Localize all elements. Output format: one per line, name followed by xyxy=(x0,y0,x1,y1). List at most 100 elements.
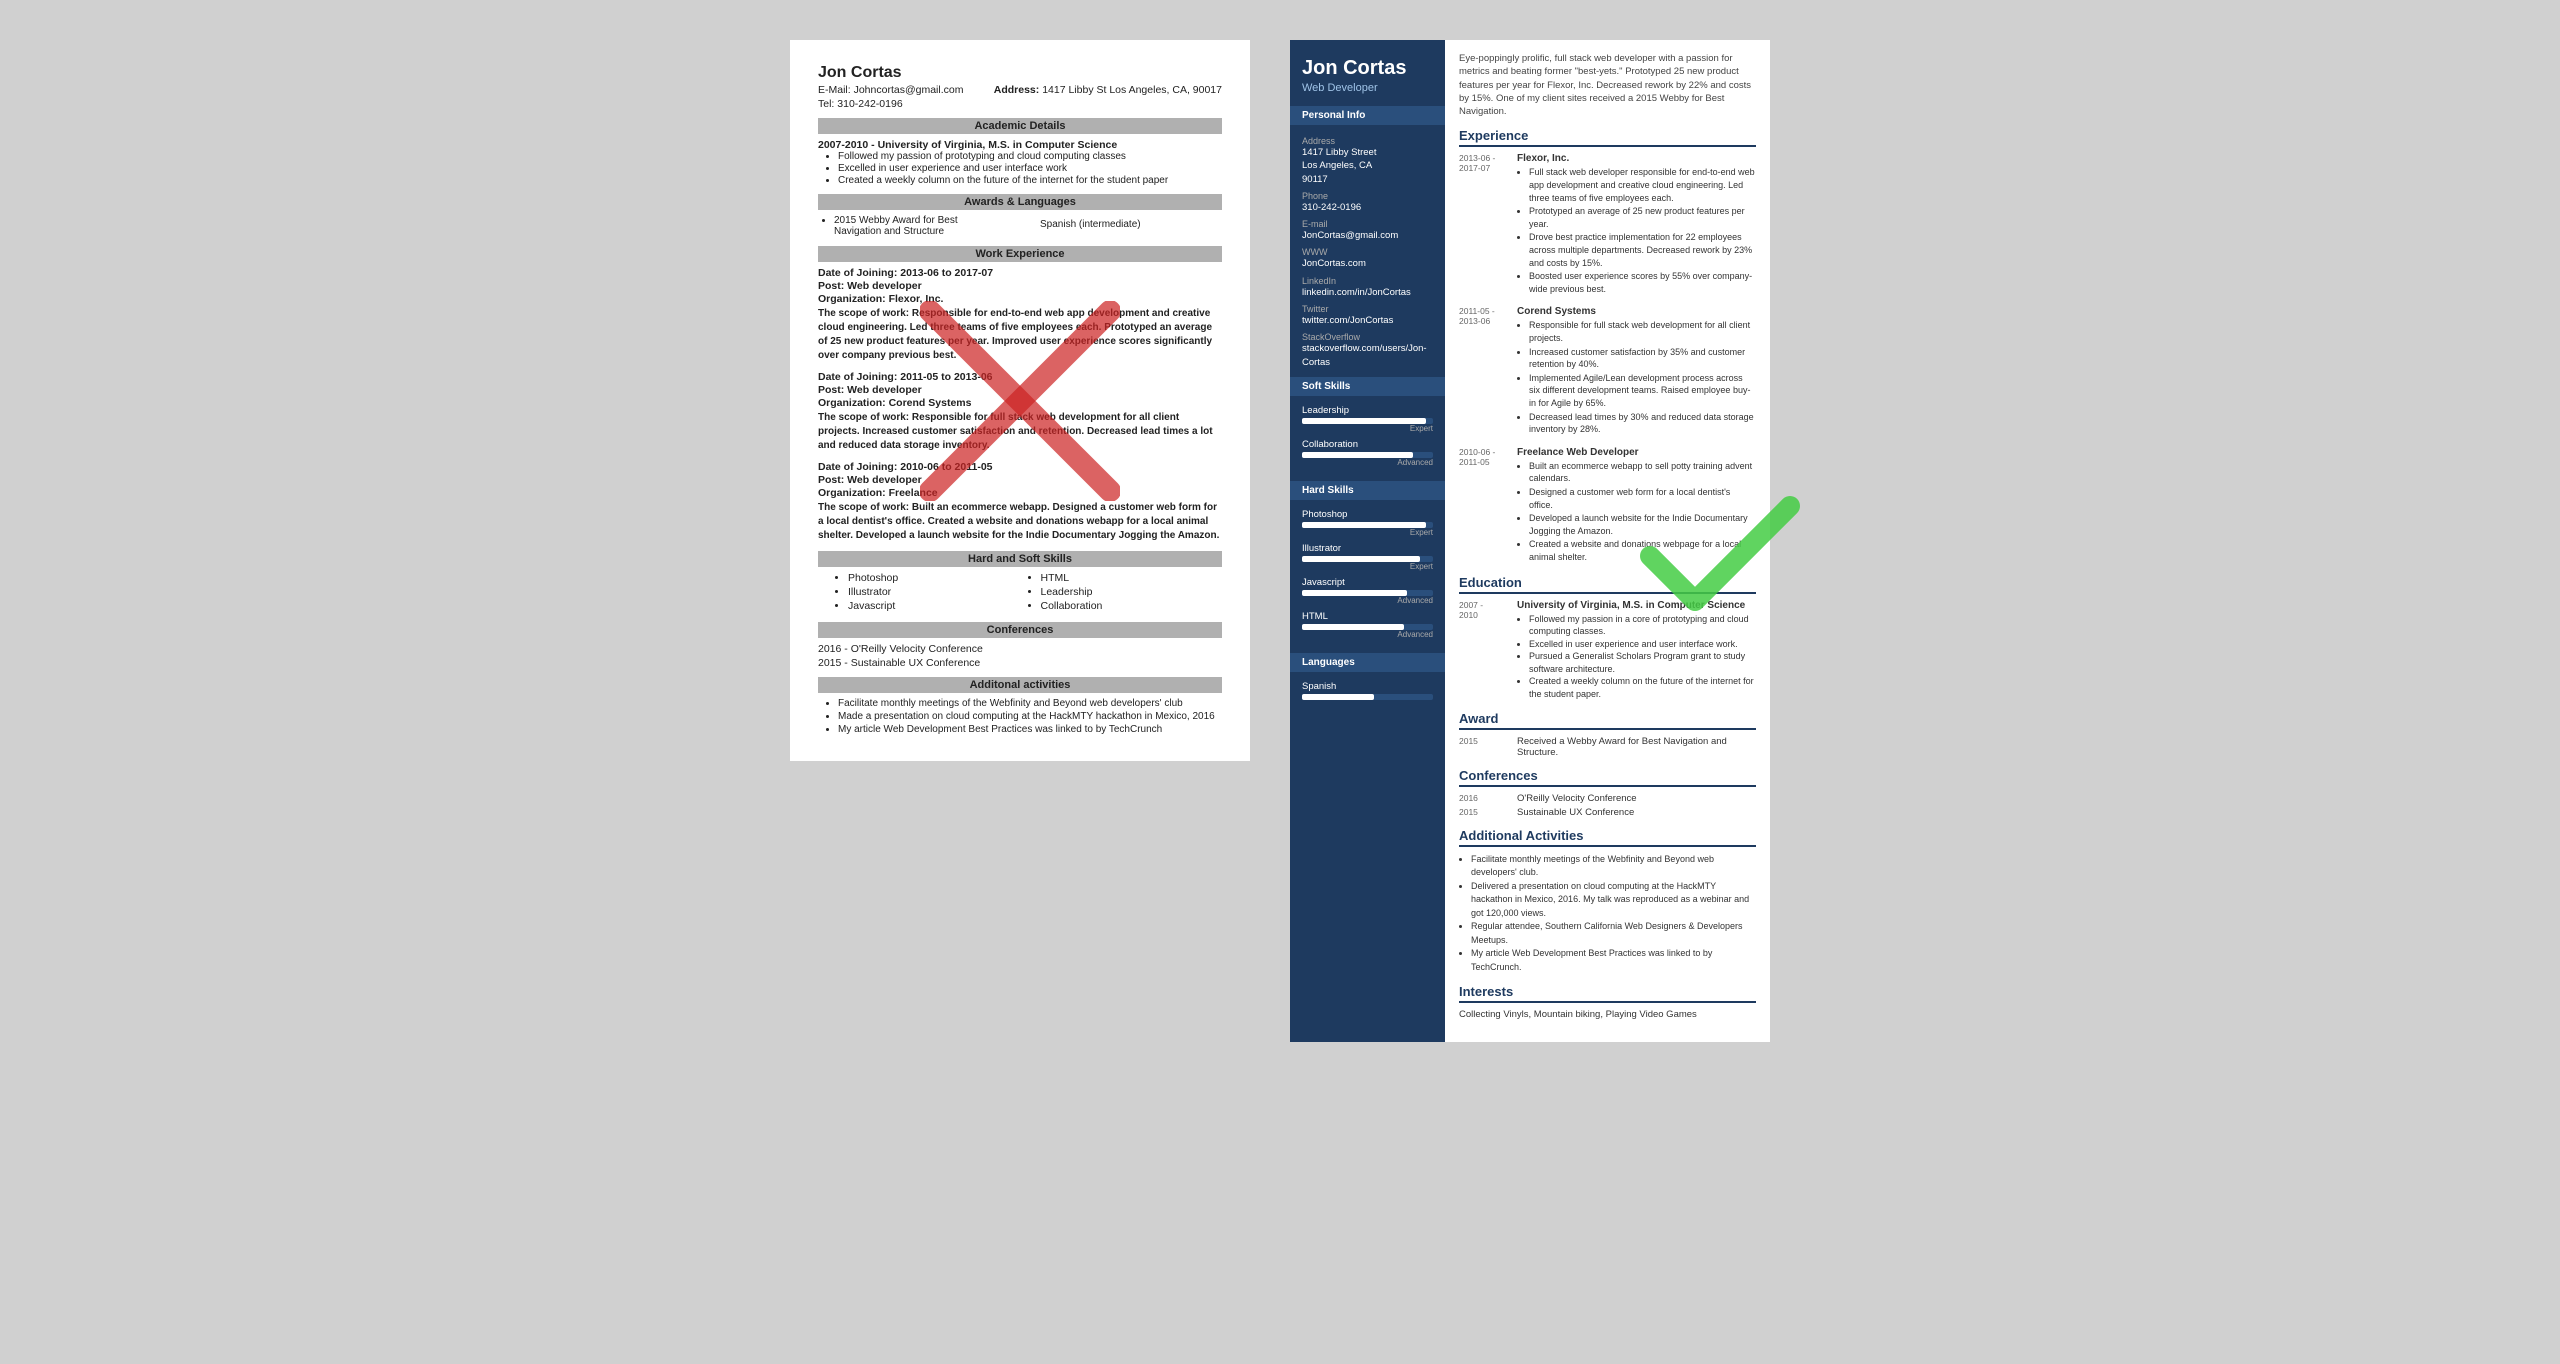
left-resume: Jon Cortas E-Mail: Johncortas@gmail.com … xyxy=(790,40,1250,761)
work-date-1: Date of Joining: 2013-06 to 2017-07 xyxy=(818,267,1222,279)
skill-js-name: Javascript xyxy=(1302,577,1433,588)
edu-r-b4: Created a weekly column on the future of… xyxy=(1529,675,1756,700)
conf-year-1: 2016 xyxy=(1459,793,1511,804)
awards-header: Awards & Languages xyxy=(818,194,1222,210)
activities-right-list: Facilitate monthly meetings of the Webfi… xyxy=(1471,853,1756,975)
interests-title: Interests xyxy=(1459,984,1756,1003)
edu-right-bullets: Followed my passion in a core of prototy… xyxy=(1529,613,1756,701)
work-org-2: Organization: Corend Systems xyxy=(818,397,1222,409)
edu-right-details: University of Virginia, M.S. in Computer… xyxy=(1517,600,1756,701)
edu-right-date: 2007 -2010 xyxy=(1459,600,1511,701)
hard-skills-content: Photoshop Expert Illustrator Expert Java… xyxy=(1290,500,1445,651)
awards-grid: 2015 Webby Award for Best Navigation and… xyxy=(818,215,1222,238)
education-section: Education 2007 -2010 University of Virgi… xyxy=(1459,575,1756,701)
conf-name-1: O'Reilly Velocity Conference xyxy=(1517,793,1637,804)
main-content: Eye-poppingly prolific, full stack web d… xyxy=(1445,40,1770,1042)
soft-skills-content: Leadership Expert Collaboration Advanced xyxy=(1290,396,1445,479)
activity-3: My article Web Development Best Practice… xyxy=(838,724,1222,735)
left-tel-line: Tel: 310-242-0196 xyxy=(818,98,1222,110)
edu-r-b1: Followed my passion in a core of prototy… xyxy=(1529,613,1756,638)
work-scope-2: The scope of work: Responsible for full … xyxy=(818,411,1222,453)
skill-leadership-level: Expert xyxy=(1302,424,1433,433)
skill-spanish: Spanish xyxy=(1302,681,1433,700)
edu-bullets: Followed my passion of prototyping and c… xyxy=(838,151,1222,186)
work-post-1: Post: Web developer xyxy=(818,280,1222,292)
interests-text: Collecting Vinyls, Mountain biking, Play… xyxy=(1459,1009,1756,1020)
conf-year-2: 2015 xyxy=(1459,807,1511,818)
address-line-2: Los Angeles, CA xyxy=(1302,159,1433,172)
conf-2: 2015 - Sustainable UX Conference xyxy=(818,657,1222,669)
exp-2-b4: Decreased lead times by 30% and reduced … xyxy=(1529,411,1756,436)
edu-bullet-3: Created a weekly column on the future of… xyxy=(838,175,1222,186)
skill-illustrator: Illustrator xyxy=(848,586,1030,598)
conf-right-1: 2016 O'Reilly Velocity Conference xyxy=(1459,793,1756,804)
tel-value: 310-242-0196 xyxy=(837,98,902,110)
exp-entry-1: 2013-06 -2017-07 Flexor, Inc. Full stack… xyxy=(1459,153,1756,296)
skill-js-level: Advanced xyxy=(1302,596,1433,605)
work-org-1: Organization: Flexor, Inc. xyxy=(818,293,1222,305)
edu-right-school: University of Virginia, M.S. in Computer… xyxy=(1517,600,1756,611)
address-value: 1417 Libby St Los Angeles, CA, 90017 xyxy=(1042,84,1222,96)
interests-section: Interests Collecting Vinyls, Mountain bi… xyxy=(1459,984,1756,1020)
right-intro: Eye-poppingly prolific, full stack web d… xyxy=(1459,52,1756,118)
conferences-right-section: Conferences 2016 O'Reilly Velocity Confe… xyxy=(1459,768,1756,818)
act-r-1: Facilitate monthly meetings of the Webfi… xyxy=(1471,853,1756,880)
address-label: Address: xyxy=(994,84,1040,96)
exp-2-b2: Increased customer satisfaction by 35% a… xyxy=(1529,346,1756,371)
address-line-1: 1417 Libby Street xyxy=(1302,146,1433,159)
work-date-3: Date of Joining: 2010-06 to 2011-05 xyxy=(818,461,1222,473)
activities-right-title: Additional Activities xyxy=(1459,828,1756,847)
left-address-line: Address: 1417 Libby St Los Angeles, CA, … xyxy=(994,84,1222,96)
exp-bullets-3: Built an ecommerce webapp to sell potty … xyxy=(1529,460,1756,564)
hard-skills-header: Hard Skills xyxy=(1290,481,1445,500)
language-text: Spanish (intermediate) xyxy=(1040,219,1141,230)
edu-title: 2007-2010 - University of Virginia, M.S.… xyxy=(818,139,1222,151)
personal-section-header: Personal Info xyxy=(1290,106,1445,125)
edu-r-b2: Excelled in user experience and user int… xyxy=(1529,638,1756,651)
skill-leadership: Leadership xyxy=(1041,586,1223,598)
skill-ai-name: Illustrator xyxy=(1302,543,1433,554)
exp-1-b1: Full stack web developer responsible for… xyxy=(1529,166,1756,204)
skill-collaboration: Collaboration Advanced xyxy=(1302,439,1433,467)
work-scope-3: The scope of work: Built an ecommerce we… xyxy=(818,501,1222,543)
skill-javascript: Javascript Advanced xyxy=(1302,577,1433,605)
work-entry-3: Date of Joining: 2010-06 to 2011-05 Post… xyxy=(818,461,1222,543)
skill-collab-level: Advanced xyxy=(1302,458,1433,467)
exp-2-b1: Responsible for full stack web developme… xyxy=(1529,319,1756,344)
left-contact-row: E-Mail: Johncortas@gmail.com Address: 14… xyxy=(818,84,1222,96)
exp-date-1: 2013-06 -2017-07 xyxy=(1459,153,1511,296)
email-label: E-Mail: xyxy=(818,84,851,96)
exp-2-b3: Implemented Agile/Lean development proce… xyxy=(1529,372,1756,410)
phone-label-sb: Phone xyxy=(1302,191,1433,201)
skill-collab-name: Collaboration xyxy=(1302,439,1433,450)
skill-photoshop: Photoshop Expert xyxy=(1302,509,1433,537)
skill-photoshop: Photoshop xyxy=(848,572,1030,584)
right-resume: Jon Cortas Web Developer Personal Info A… xyxy=(1290,40,1770,1042)
twitter-value-sb: twitter.com/JonCortas xyxy=(1302,314,1433,327)
act-r-3: Regular attendee, Southern California We… xyxy=(1471,920,1756,947)
twitter-label-sb: Twitter xyxy=(1302,304,1433,314)
skill-ps-name: Photoshop xyxy=(1302,509,1433,520)
conf-name-2: Sustainable UX Conference xyxy=(1517,807,1634,818)
exp-date-3: 2010-06 -2011-05 xyxy=(1459,447,1511,565)
personal-info: Address 1417 Libby Street Los Angeles, C… xyxy=(1290,125,1445,375)
right-title: Web Developer xyxy=(1302,82,1433,94)
skill-leadership-name: Leadership xyxy=(1302,405,1433,416)
awards-col-right: Spanish (intermediate) xyxy=(1020,215,1222,238)
conf-right-2: 2015 Sustainable UX Conference xyxy=(1459,807,1756,818)
exp-company-1: Flexor, Inc. xyxy=(1517,153,1756,164)
skill-illustrator: Illustrator Expert xyxy=(1302,543,1433,571)
resume-sidebar: Jon Cortas Web Developer Personal Info A… xyxy=(1290,40,1445,1042)
phone-value-sb: 310-242-0196 xyxy=(1302,201,1433,214)
edu-bullet-1: Followed my passion of prototyping and c… xyxy=(838,151,1222,162)
stackoverflow-value-sb: stackoverflow.com/users/Jon-Cortas xyxy=(1302,342,1433,369)
act-r-2: Delivered a presentation on cloud comput… xyxy=(1471,880,1756,921)
skills-list: Photoshop Illustrator Javascript HTML Le… xyxy=(818,572,1222,614)
conf-1: 2016 - O'Reilly Velocity Conference xyxy=(818,643,1222,655)
activities-list: Facilitate monthly meetings of the Webfi… xyxy=(818,698,1222,735)
activity-2: Made a presentation on cloud computing a… xyxy=(838,711,1222,722)
skill-spanish-bg xyxy=(1302,694,1433,700)
skill-spanish-fill xyxy=(1302,694,1374,700)
address-line-3: 90117 xyxy=(1302,173,1433,186)
edu-r-b3: Pursued a Generalist Scholars Program gr… xyxy=(1529,650,1756,675)
